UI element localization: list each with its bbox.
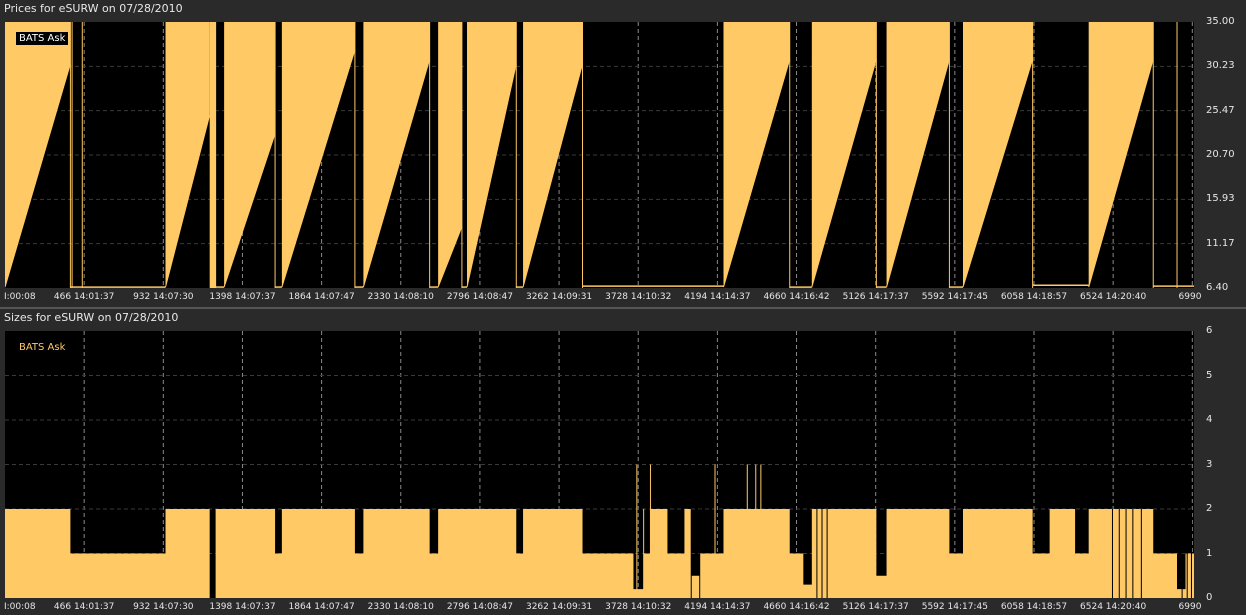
sizes-x-tick-label: 1398 14:07:37 — [209, 602, 276, 612]
sizes-x-tick-label: 2330 14:08:10 — [367, 602, 434, 612]
sizes-x-tick-label: 932 14:07:30 — [133, 602, 194, 612]
prices-x-tick-label: 3728 14:10:32 — [605, 292, 672, 302]
sizes-y-tick-label: 1 — [1206, 547, 1213, 559]
sizes-y-tick-label: 3 — [1206, 458, 1213, 470]
sizes-x-tick-label: 5126 14:17:37 — [842, 602, 909, 612]
sizes-x-tick-label: 2796 14:08:47 — [446, 602, 513, 612]
sizes-chart-svg — [5, 331, 1194, 598]
prices-x-tick-label: 5126 14:17:37 — [842, 292, 909, 302]
prices-x-tick-label: 6990 — [1178, 292, 1202, 302]
price-area — [723, 22, 790, 288]
sizes-legend: BATS Ask — [19, 342, 66, 353]
prices-y-tick-label: 20.70 — [1206, 149, 1235, 160]
sizes-x-tick-label: 3728 14:10:32 — [605, 602, 672, 612]
prices-x-tick-label: 1864 14:07:47 — [288, 292, 355, 302]
sizes-y-tick-label: 6 — [1206, 325, 1213, 336]
prices-panel-title: Prices for eSURW on 07/28/2010 — [4, 2, 183, 15]
sizes-x-tick-label: 6058 14:18:57 — [1000, 602, 1068, 612]
prices-panel: Prices for eSURW on 07/28/2010 BATS Ask … — [0, 0, 1246, 307]
sizes-x-tick-label: 6990 — [1178, 602, 1202, 612]
sizes-panel-title: Sizes for eSURW on 07/28/2010 — [4, 311, 179, 324]
sizes-y-tick-label: 5 — [1206, 369, 1213, 381]
prices-x-tick-label: 6524 14:20:40 — [1080, 292, 1147, 302]
sizes-x-tick-label: 1864 14:07:47 — [288, 602, 355, 612]
price-area — [5, 22, 71, 288]
prices-x-tick-label: 2330 14:08:10 — [367, 292, 434, 302]
prices-x-tick-label: 932 14:07:30 — [133, 292, 194, 302]
sizes-x-tick-label: 3262 14:09:31 — [525, 602, 593, 612]
sizes-plot-area: BATS Ask — [5, 331, 1194, 598]
sizes-x-tick-label: I:00:08 — [4, 602, 36, 612]
prices-x-tick-label: 5592 14:17:45 — [921, 292, 988, 302]
prices-x-tick-label: 466 14:01:37 — [53, 292, 115, 302]
sizes-y-tick-label: 4 — [1206, 414, 1213, 425]
prices-x-tick-label: 4194 14:14:37 — [684, 292, 751, 302]
price-area — [438, 22, 462, 288]
prices-x-tick-label: 2796 14:08:47 — [446, 292, 513, 302]
price-area — [224, 22, 276, 288]
price-area — [1088, 22, 1154, 288]
prices-x-tick-label: 1398 14:07:37 — [209, 292, 276, 302]
prices-y-tick-label: 25.47 — [1206, 104, 1235, 116]
sizes-y-tick-label: 0 — [1206, 592, 1213, 603]
prices-chart-svg — [5, 22, 1194, 288]
prices-y-tick-label: 30.23 — [1206, 60, 1235, 72]
sizes-x-tick-label: 466 14:01:37 — [53, 602, 115, 612]
prices-y-tick-label: 35.00 — [1206, 16, 1235, 27]
sizes-x-tick-label: 4194 14:14:37 — [684, 602, 751, 612]
prices-x-tick-label: 3262 14:09:31 — [525, 292, 593, 302]
prices-y-tick-label: 15.93 — [1206, 193, 1235, 205]
sizes-panel: Sizes for eSURW on 07/28/2010 BATS Ask 6… — [0, 309, 1246, 615]
prices-legend: BATS Ask — [16, 32, 69, 45]
sizes-x-tick-label: 5592 14:17:45 — [921, 602, 988, 612]
sizes-x-tick-label: 4660 14:16:42 — [763, 602, 830, 612]
prices-y-tick-label: 6.40 — [1206, 282, 1229, 293]
prices-x-tick-label: 4660 14:16:42 — [763, 292, 830, 302]
prices-x-tick-label: 6058 14:18:57 — [1000, 292, 1068, 302]
prices-y-tick-label: 11.17 — [1206, 237, 1235, 249]
sizes-y-tick-label: 2 — [1206, 503, 1213, 514]
size-area — [5, 509, 1194, 598]
prices-plot-area: BATS Ask — [5, 22, 1194, 288]
price-area — [467, 22, 517, 288]
price-area — [209, 22, 216, 288]
sizes-x-tick-label: 6524 14:20:40 — [1080, 602, 1147, 612]
prices-x-tick-label: I:00:08 — [4, 292, 36, 302]
